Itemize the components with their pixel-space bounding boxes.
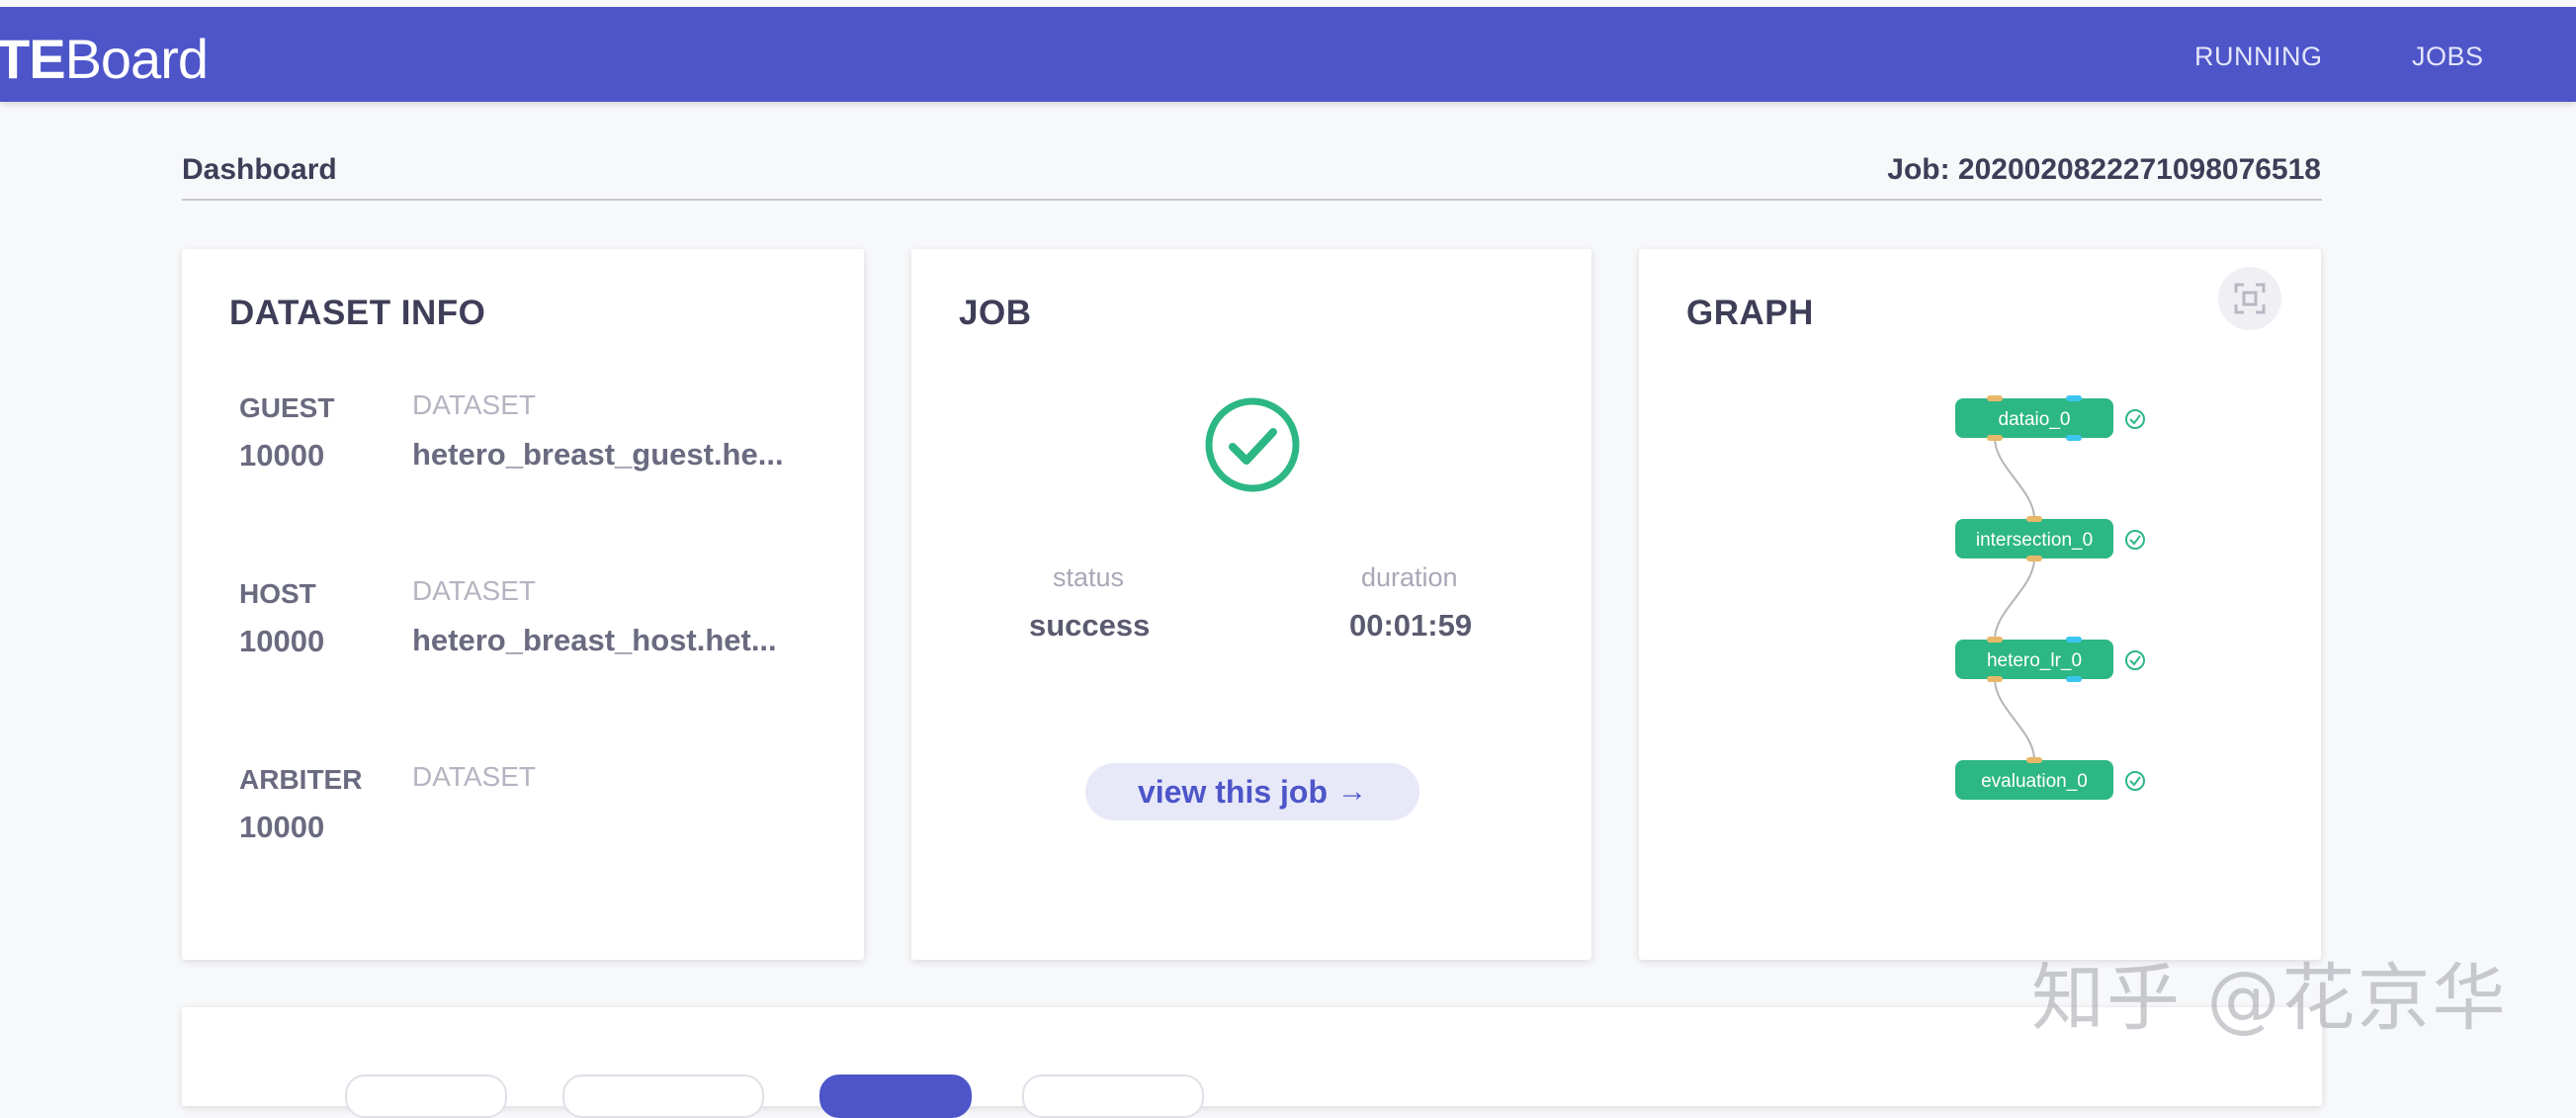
top-navbar: TEBoard RUNNING JOBS — [0, 7, 2576, 102]
dataset-count: 10000 — [239, 810, 325, 844]
logo-bold: TE — [0, 28, 66, 90]
dataset-row-arbiter: ARBITER 10000 DATASET — [239, 761, 832, 863]
tab-3-active[interactable] — [819, 1075, 972, 1118]
graph-card: GRAPH dataio_0 intersection_0 hetero_lr_0 e… — [1639, 249, 2321, 960]
dataset-label: DATASET — [412, 575, 536, 606]
dataset-role: GUEST — [239, 392, 335, 423]
job-id-label: Job: 202002082227109807651​8 — [1887, 153, 2321, 186]
dataset-info-title: DATASET INFO — [229, 294, 486, 332]
watermark: 知乎 @花京华 — [2031, 956, 2508, 1041]
dataset-row-host: HOST 10000 DATASET hetero_breast_host.he… — [239, 575, 832, 677]
dataset-name: hetero_breast_guest.he... — [412, 437, 784, 472]
nav-jobs[interactable]: JOBS — [2412, 42, 2484, 72]
graph-node-label: evaluation_0 — [1981, 771, 2088, 792]
tab-2[interactable] — [562, 1075, 764, 1118]
dataset-count: 10000 — [239, 438, 325, 473]
duration-value: 00:01:59 — [1349, 608, 1473, 643]
graph-edge — [1994, 437, 2035, 520]
job-card: JOB status success duration 00:01:59 vie… — [911, 249, 1591, 960]
graph-node-label: hetero_lr_0 — [1987, 650, 2082, 671]
dataset-role: HOST — [239, 578, 316, 609]
detail-card — [182, 1007, 2322, 1118]
status-value: success — [1029, 608, 1151, 643]
breadcrumb[interactable]: Dashboard — [182, 153, 337, 187]
app-logo[interactable]: TEBoard — [0, 27, 209, 91]
dataset-count: 10000 — [239, 624, 325, 658]
graph-node-dataio_0[interactable]: dataio_0 — [1955, 395, 2113, 441]
nav-running[interactable]: RUNNING — [2194, 42, 2323, 72]
graph-edge — [1994, 558, 2035, 641]
duration-label: duration — [1361, 562, 1458, 592]
graph-node-intersection_0[interactable]: intersection_0 — [1955, 516, 2113, 561]
dataset-role: ARBITER — [239, 764, 363, 795]
tab-1[interactable] — [345, 1075, 507, 1118]
check-circle-small-icon — [2125, 530, 2145, 550]
arrow-right-icon: → — [1337, 775, 1368, 808]
dataset-label: DATASET — [412, 761, 536, 792]
graph-node-label: dataio_0 — [1999, 409, 2071, 430]
tab-bar — [182, 1075, 1204, 1118]
tab-4[interactable] — [1022, 1075, 1204, 1118]
view-job-button[interactable]: view this job → — [1085, 763, 1419, 820]
check-circle-small-icon — [2125, 650, 2145, 670]
graph-node-label: intersection_0 — [1976, 530, 2093, 551]
dataset-row-guest: GUEST 10000 DATASET hetero_breast_guest.… — [239, 389, 832, 491]
graph-node-evaluation_0[interactable]: evaluation_0 — [1955, 757, 2113, 800]
check-circle-small-icon — [2125, 771, 2145, 791]
pipeline-graph: dataio_0 intersection_0 hetero_lr_0evaluat… — [1955, 395, 2145, 800]
check-circle-small-icon — [2125, 409, 2145, 429]
dataset-label: DATASET — [412, 389, 536, 420]
check-circle-icon — [1205, 397, 1300, 492]
dataset-name: hetero_breast_host.het... — [412, 623, 777, 657]
view-job-label: view this job — [1137, 773, 1329, 810]
logo-light: Board — [64, 28, 209, 90]
status-label: status — [1053, 562, 1125, 592]
job-title: JOB — [959, 294, 1032, 332]
graph-edge — [1994, 678, 2035, 761]
graph-node-hetero_lr_0[interactable]: hetero_lr_0 — [1955, 637, 2113, 682]
dataset-info-card: DATASET INFO GUEST 10000 DATASET hetero_… — [182, 249, 864, 960]
header-divider — [182, 199, 2322, 201]
